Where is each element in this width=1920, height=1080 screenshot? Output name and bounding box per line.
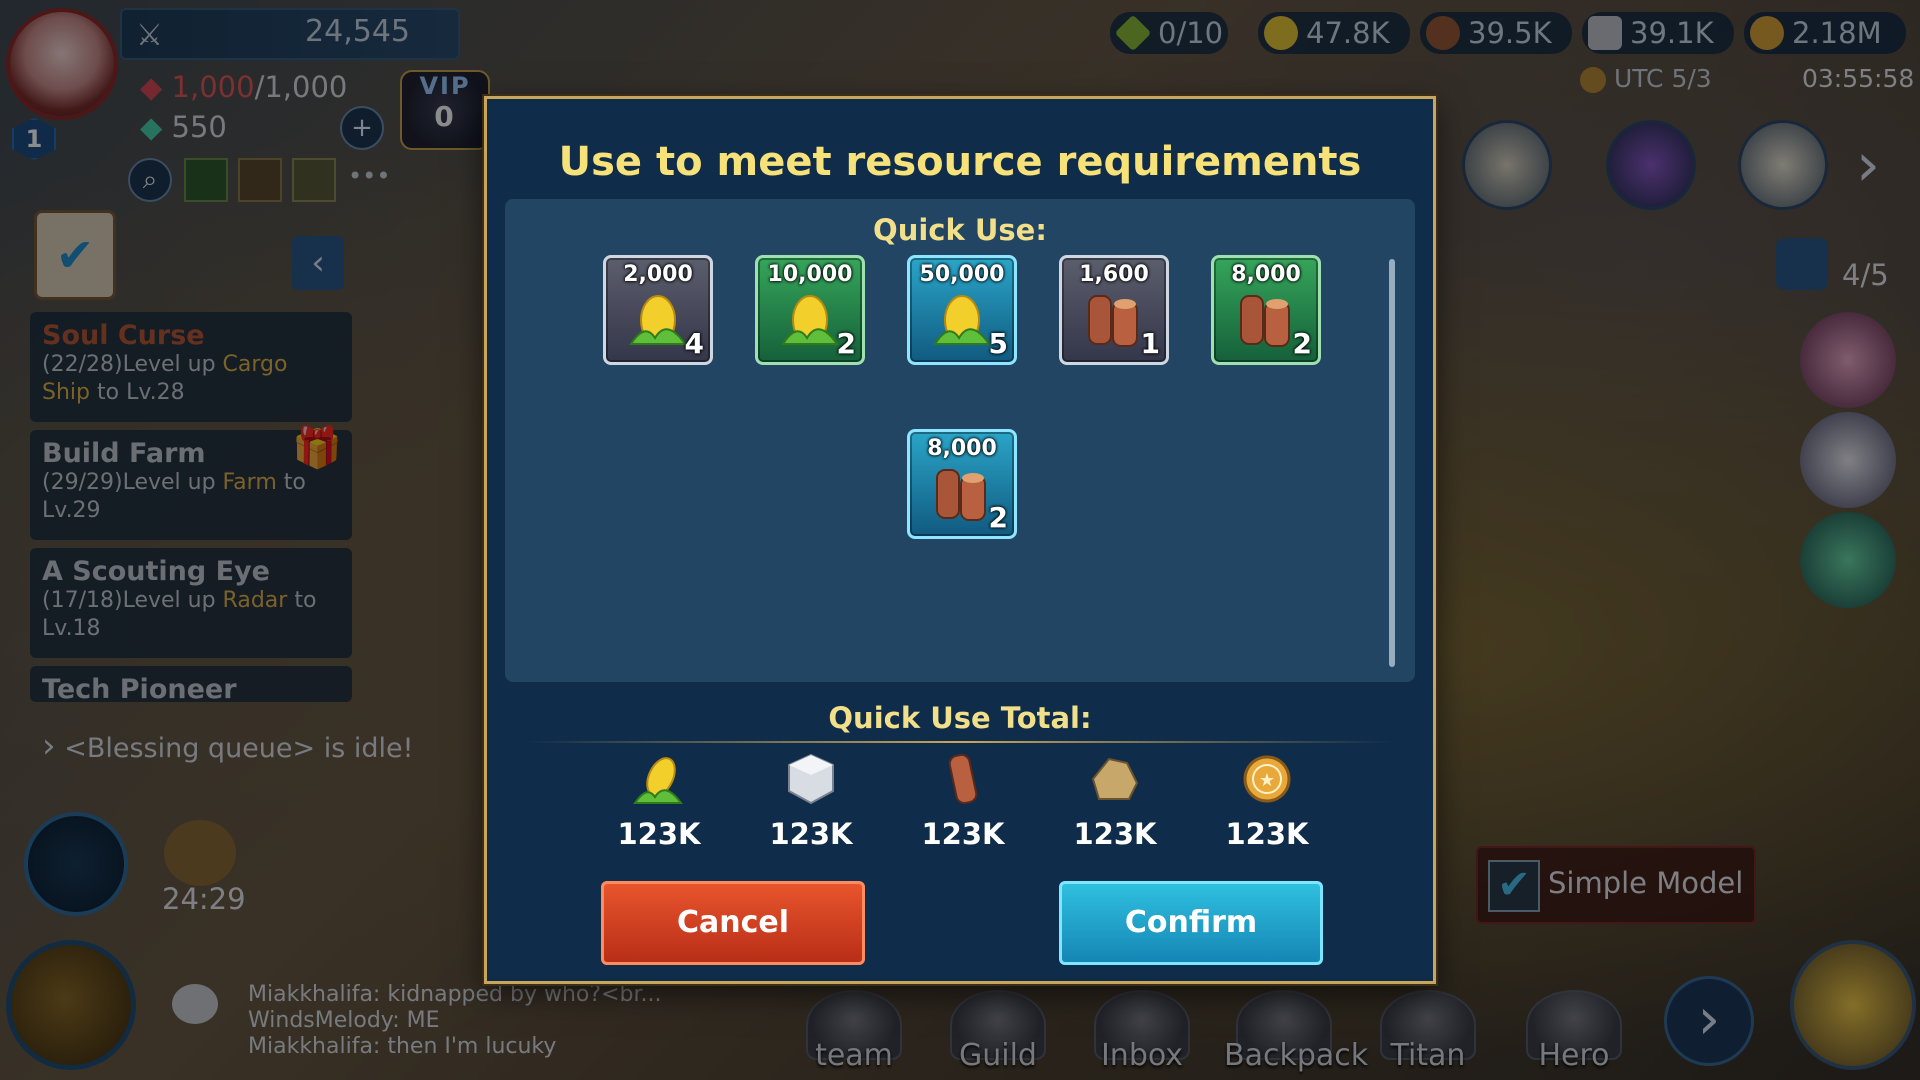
corn-icon — [633, 757, 683, 804]
scrollbar[interactable] — [1389, 259, 1395, 667]
resource-dialog: Use to meet resource requirements Quick … — [484, 96, 1436, 984]
wood-icon — [948, 753, 978, 805]
item-amount: 10,000 — [767, 262, 853, 287]
item-amount: 2,000 — [623, 262, 693, 287]
quick-use-panel: Quick Use: 2,000 4 10,000 2 50,000 5 1,6… — [505, 199, 1415, 682]
total-gold: ★ 123K — [1207, 749, 1327, 851]
item-count: 2 — [836, 327, 856, 360]
item-count: 2 — [1292, 327, 1312, 360]
ore-icon — [1091, 757, 1139, 800]
total-value: 123K — [1225, 817, 1309, 851]
confirm-button[interactable]: Confirm — [1059, 881, 1323, 965]
total-food: 123K — [599, 749, 719, 851]
divider — [527, 741, 1393, 743]
item-count: 2 — [988, 501, 1008, 534]
gold-coin-icon: ★ — [1243, 755, 1291, 803]
item-wood-8000-blue[interactable]: 8,000 2 — [907, 429, 1017, 539]
corn-icon — [629, 295, 687, 345]
item-count: 1 — [1140, 327, 1160, 360]
total-value: 123K — [1073, 817, 1157, 851]
item-count: 5 — [988, 327, 1008, 360]
total-wood: 123K — [903, 749, 1023, 851]
item-amount: 8,000 — [927, 436, 997, 461]
item-corn-10000[interactable]: 10,000 2 — [755, 255, 865, 365]
quick-use-total-label: Quick Use Total: — [828, 701, 1092, 735]
total-value: 123K — [617, 817, 701, 851]
item-wood-1600[interactable]: 1,600 1 — [1059, 255, 1169, 365]
dialog-title: Use to meet resource requirements — [558, 139, 1362, 185]
stone-icon — [788, 753, 834, 805]
item-amount: 8,000 — [1231, 262, 1301, 287]
cancel-button[interactable]: Cancel — [601, 881, 865, 965]
item-corn-50000[interactable]: 50,000 5 — [907, 255, 1017, 365]
total-value: 123K — [769, 817, 853, 851]
corn-icon — [933, 295, 991, 345]
item-corn-2000[interactable]: 2,000 4 — [603, 255, 713, 365]
item-wood-8000[interactable]: 8,000 2 — [1211, 255, 1321, 365]
total-value: 123K — [921, 817, 1005, 851]
wood-icon — [936, 469, 986, 521]
wood-icon — [1240, 295, 1290, 347]
total-ore: 123K — [1055, 749, 1175, 851]
corn-icon — [781, 295, 839, 345]
wood-icon — [1088, 295, 1138, 347]
total-stone: 123K — [751, 749, 871, 851]
item-amount: 50,000 — [919, 262, 1005, 287]
item-amount: 1,600 — [1079, 262, 1149, 287]
quick-use-label: Quick Use: — [873, 213, 1047, 247]
svg-text:★: ★ — [1259, 770, 1275, 791]
item-count: 4 — [684, 327, 704, 360]
